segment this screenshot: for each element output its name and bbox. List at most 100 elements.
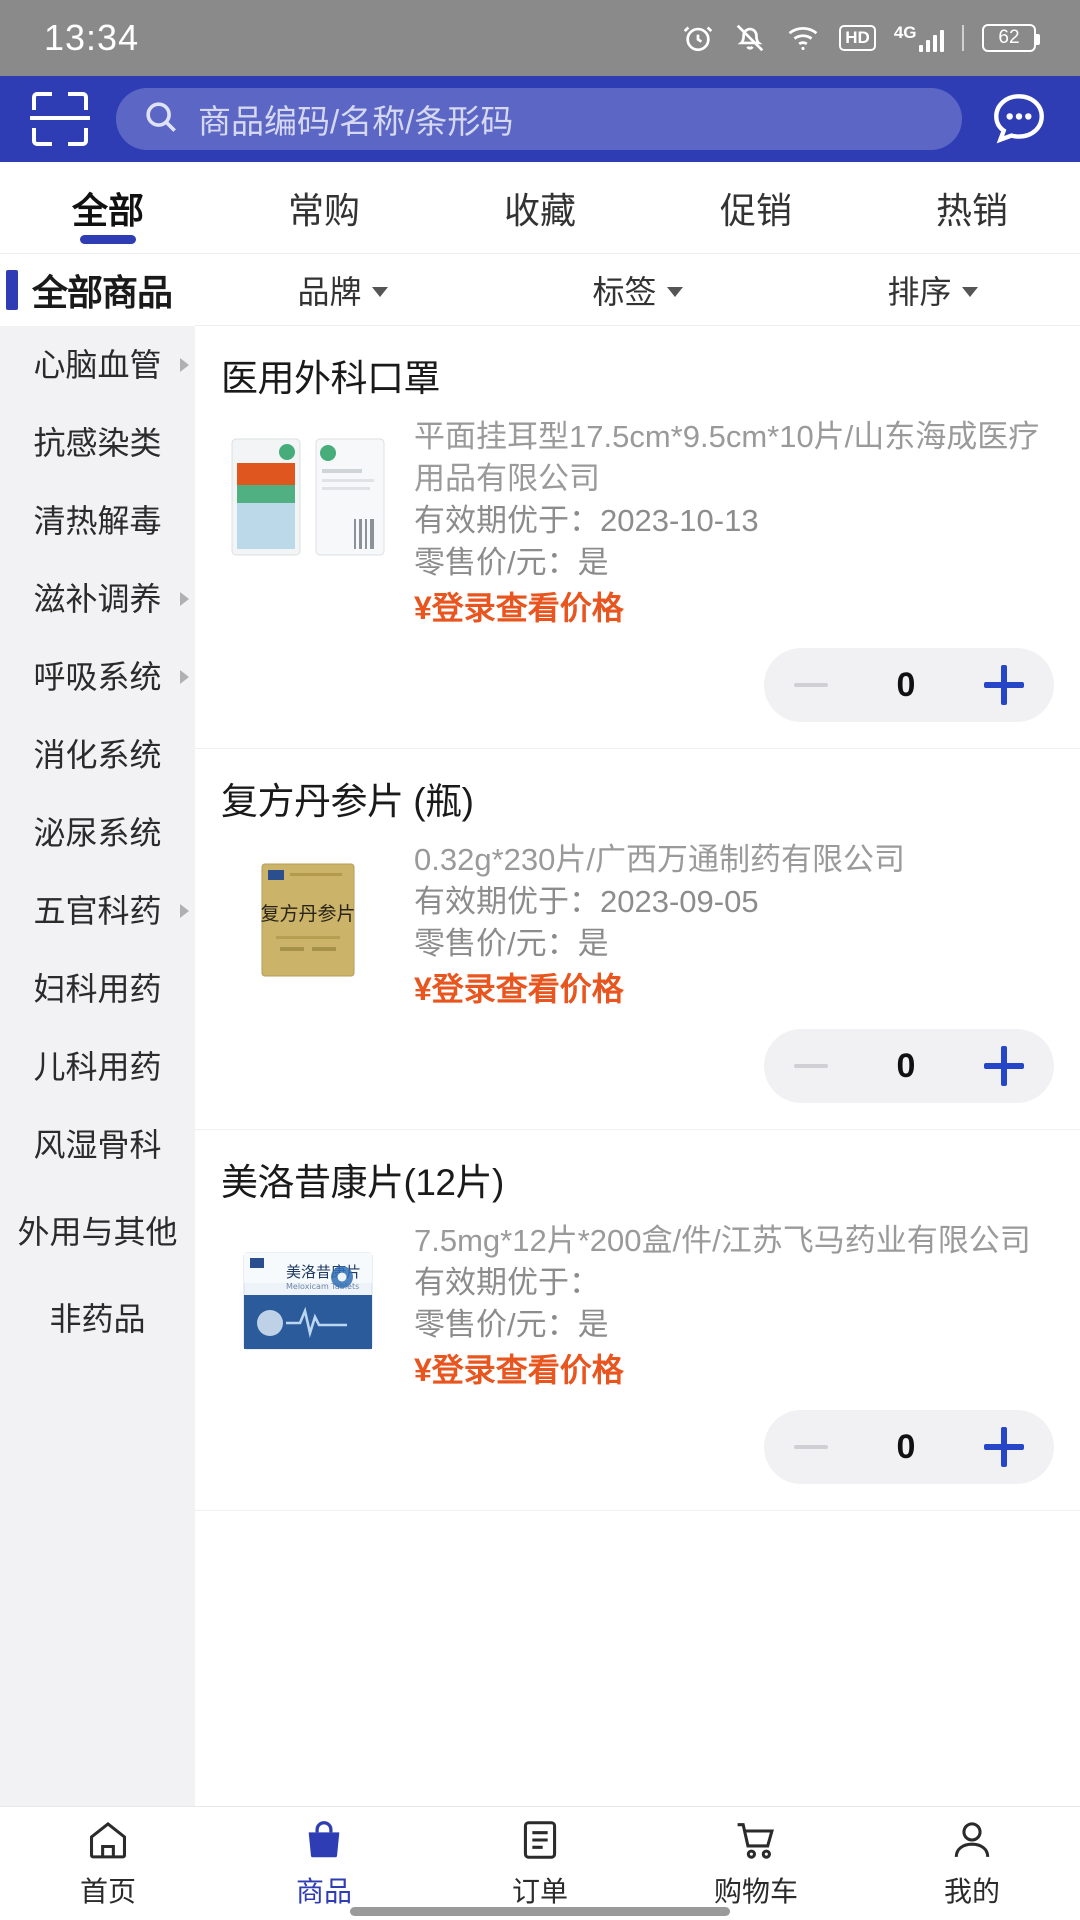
- product-retail-price: 零售价/元：是: [414, 923, 1054, 965]
- scan-barcode-icon[interactable]: [26, 88, 94, 150]
- nav-item-profile[interactable]: 我的: [864, 1817, 1080, 1910]
- product-retail-label: 零售价/元：: [414, 545, 578, 581]
- sidebar-item-label: 滋补调养: [33, 581, 162, 617]
- sidebar-item-label: 泌尿系统: [33, 815, 162, 851]
- nav-item-home[interactable]: 首页: [0, 1817, 216, 1910]
- sidebar-item-label: 呼吸系统: [33, 659, 162, 695]
- sidebar-item-pediatrics[interactable]: 儿科用药: [0, 1028, 195, 1106]
- product-retail-value: 是: [577, 1307, 609, 1343]
- nav-item-cart[interactable]: 购物车: [648, 1817, 864, 1910]
- nav-item-label: 商品: [295, 1876, 352, 1907]
- plus-icon[interactable]: [983, 1427, 1024, 1468]
- product-info: 平面挂耳型17.5cm*9.5cm*10片/山东海成医疗用品有限公司 有效期优于…: [414, 416, 1054, 630]
- filter-bar: 品牌 标签 排序: [195, 254, 1080, 326]
- product-expiry-label: 有效期优于：: [414, 884, 600, 920]
- signal-bars: [918, 30, 944, 52]
- minus-icon[interactable]: [794, 683, 828, 688]
- order-list-icon: [515, 1817, 565, 1863]
- svg-text:复方丹参片: 复方丹参片: [260, 903, 355, 925]
- wifi-icon: [785, 21, 821, 55]
- product-expiry-value: 2023-09-05: [600, 884, 759, 920]
- sidebar-item-cardio[interactable]: 心脑血管: [0, 326, 195, 404]
- chevron-down-icon: [666, 286, 683, 297]
- product-expiry: 有效期优于：: [414, 1262, 1054, 1304]
- filter-sort[interactable]: 排序: [785, 267, 1080, 313]
- sidebar-item-label: 非药品: [49, 1301, 146, 1337]
- product-info: 0.32g*230片/广西万通制药有限公司 有效期优于：2023-09-05 零…: [414, 839, 1054, 1011]
- sidebar-item-tonic[interactable]: 滋补调养: [0, 560, 195, 638]
- battery-icon: 62: [982, 24, 1040, 52]
- chevron-down-icon: [961, 286, 978, 297]
- product-card[interactable]: 美洛昔康片(12片) 美洛昔康片 Meloxicam Tablets 7.5mg…: [195, 1130, 1080, 1512]
- nav-item-orders[interactable]: 订单: [432, 1817, 648, 1910]
- quantity-value: 0: [896, 1046, 916, 1085]
- nav-item-label: 我的: [943, 1876, 1000, 1907]
- sidebar-item-rheumatology[interactable]: 风湿骨科: [0, 1106, 195, 1184]
- sidebar-item-label: 清热解毒: [33, 503, 162, 539]
- plus-icon[interactable]: [983, 665, 1024, 706]
- plus-icon[interactable]: [983, 1046, 1024, 1087]
- sidebar-item-label: 消化系统: [33, 737, 162, 773]
- filter-tag-label: 标签: [592, 273, 657, 310]
- minus-icon[interactable]: [794, 1064, 828, 1069]
- product-expiry-label: 有效期优于：: [414, 503, 600, 539]
- product-spec: 0.32g*230片/广西万通制药有限公司: [414, 842, 905, 878]
- sidebar-item-urinary[interactable]: 泌尿系统: [0, 794, 195, 872]
- tab-all[interactable]: 全部: [0, 162, 216, 253]
- product-card[interactable]: 医用外科口罩 平面挂耳型17.5cm*9.5cm*10片/山东海成医疗用品有限公…: [195, 326, 1080, 750]
- chevron-right-icon: [180, 592, 189, 606]
- sidebar-item-ent[interactable]: 五官科药: [0, 872, 195, 950]
- sidebar-item-label: 抗感染类: [33, 425, 162, 461]
- product-retail-value: 是: [577, 926, 609, 962]
- home-indicator: [350, 1907, 730, 1916]
- signal-icon: 4G: [894, 24, 944, 52]
- sidebar-item-label: 心脑血管: [33, 347, 162, 383]
- nav-item-products[interactable]: 商品: [216, 1817, 432, 1910]
- product-retail-label: 零售价/元：: [414, 1307, 578, 1343]
- product-info: 7.5mg*12片*200盒/件/江苏飞马药业有限公司 有效期优于： 零售价/元…: [414, 1220, 1054, 1392]
- sidebar-item-label: 风湿骨科: [33, 1127, 162, 1163]
- login-to-view-price[interactable]: ¥登录查看价格: [414, 1349, 1054, 1393]
- sidebar-item-non-drug[interactable]: 非药品: [0, 1280, 195, 1358]
- status-divider: [962, 25, 964, 51]
- nav-item-label: 购物车: [713, 1876, 798, 1907]
- hd-icon: HD: [839, 25, 876, 51]
- minus-icon[interactable]: [794, 1445, 828, 1450]
- product-spec: 平面挂耳型17.5cm*9.5cm*10片/山东海成医疗用品有限公司: [414, 419, 1040, 497]
- tab-promotion[interactable]: 促销: [648, 162, 864, 253]
- sidebar-item-topical-other[interactable]: 外用与其他: [0, 1184, 195, 1280]
- tab-hot[interactable]: 热销: [864, 162, 1080, 253]
- chat-dots-icon[interactable]: [984, 84, 1054, 154]
- product-retail-value: 是: [577, 545, 609, 581]
- product-title: 医用外科口罩: [221, 358, 441, 399]
- tab-favorites[interactable]: 收藏: [432, 162, 648, 253]
- tab-frequent[interactable]: 常购: [216, 162, 432, 253]
- search-input[interactable]: 商品编码/名称/条形码: [116, 88, 962, 150]
- filter-tag[interactable]: 标签: [490, 267, 785, 313]
- nav-item-label: 首页: [79, 1876, 136, 1907]
- chevron-right-icon: [180, 670, 189, 684]
- sidebar-item-anti-infective[interactable]: 抗感染类: [0, 404, 195, 482]
- quantity-stepper: 0: [764, 1029, 1054, 1104]
- sidebar-item-gynecology[interactable]: 妇科用药: [0, 950, 195, 1028]
- search-icon: [142, 98, 180, 141]
- status-time: 13:34: [44, 17, 140, 58]
- status-bar: 13:34 HD 4G 62: [0, 0, 1080, 76]
- product-list: 品牌 标签 排序 医用外科口罩 平面挂耳型17.5cm*9.5cm*10片/山东…: [195, 254, 1080, 1808]
- sidebar-item-digestive[interactable]: 消化系统: [0, 716, 195, 794]
- sidebar-item-label: 妇科用药: [33, 971, 162, 1007]
- sidebar-item-respiratory[interactable]: 呼吸系统: [0, 638, 195, 716]
- product-expiry-value: 2023-10-13: [600, 503, 759, 539]
- status-icons: HD 4G 62: [681, 21, 1040, 55]
- filter-brand[interactable]: 品牌: [195, 267, 490, 313]
- product-card[interactable]: 复方丹参片 (瓶) 复方丹参片 0.32g*230片/广西万通制药有限公司 有效…: [195, 749, 1080, 1131]
- product-image: 复方丹参片: [221, 845, 396, 995]
- login-to-view-price[interactable]: ¥登录查看价格: [414, 587, 1054, 631]
- alarm-icon: [681, 21, 715, 55]
- quantity-stepper: 0: [764, 1410, 1054, 1485]
- quantity-value: 0: [896, 665, 916, 704]
- login-to-view-price[interactable]: ¥登录查看价格: [414, 968, 1054, 1012]
- product-spec: 7.5mg*12片*200盒/件/江苏飞马药业有限公司: [414, 1223, 1031, 1259]
- sidebar-item-heat-clearing[interactable]: 清热解毒: [0, 482, 195, 560]
- filter-brand-label: 品牌: [297, 273, 362, 310]
